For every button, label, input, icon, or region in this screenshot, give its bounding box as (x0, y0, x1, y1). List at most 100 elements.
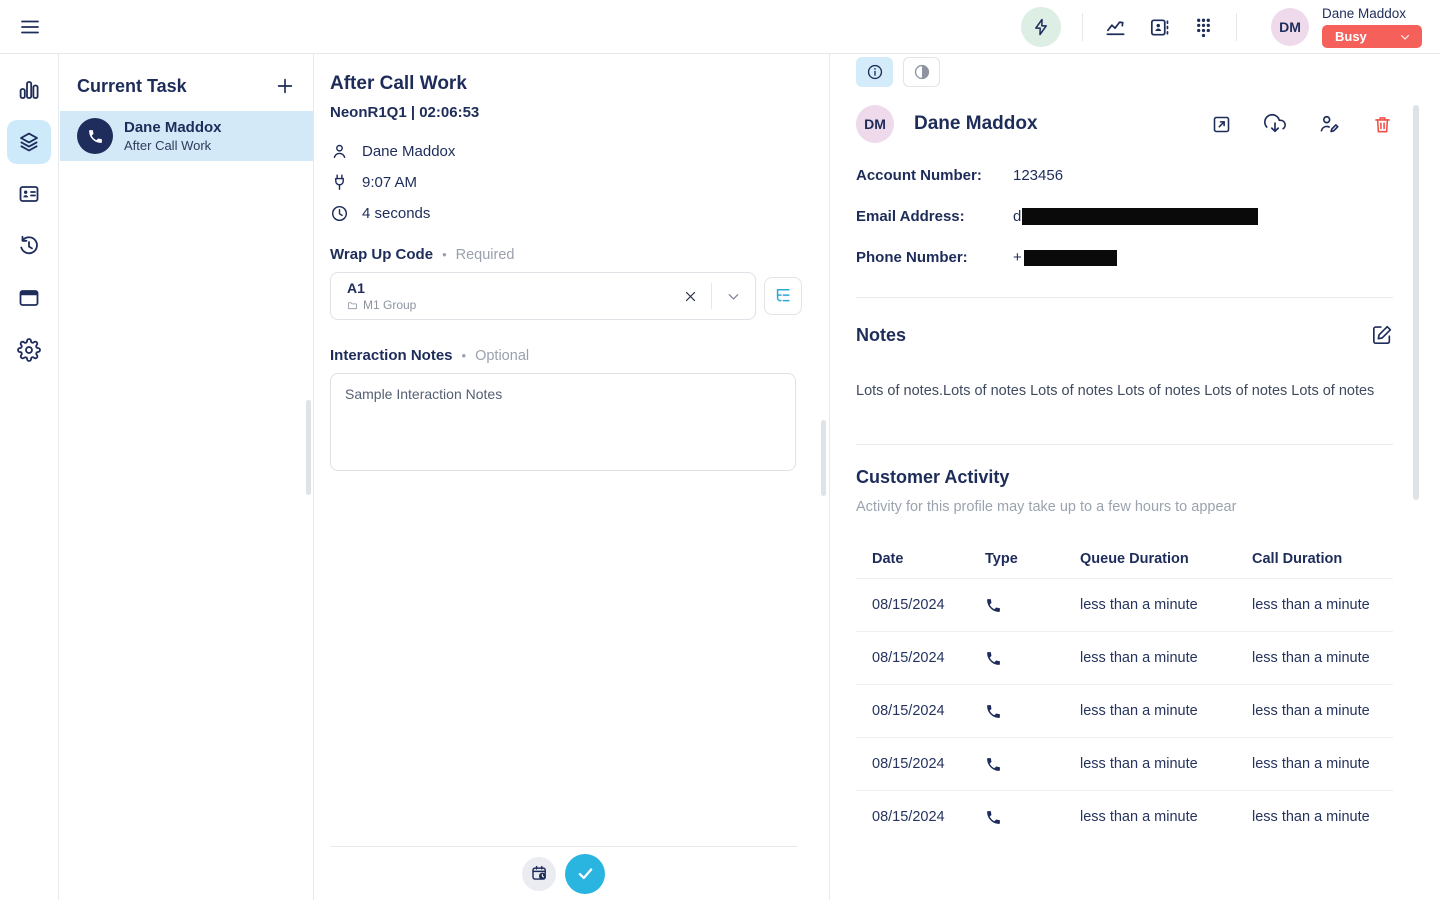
call-duration: less than a minute (1252, 650, 1393, 666)
email-value-prefix: d (1013, 208, 1021, 225)
redacted-email (1022, 208, 1258, 225)
window-icon[interactable] (7, 276, 51, 320)
status-selector[interactable]: Busy (1322, 25, 1422, 48)
wrap-up-code-select[interactable]: A1 M1 Group (330, 272, 756, 320)
topbar-tools (1021, 0, 1237, 54)
info-icon[interactable] (856, 57, 893, 87)
bar-chart-icon[interactable] (7, 68, 51, 112)
phone-icon (985, 650, 1080, 667)
calendar-clock-icon[interactable] (522, 857, 556, 891)
notes-text: Lots of notes.Lots of notes Lots of note… (856, 381, 1393, 402)
call-duration: less than a minute (1252, 703, 1393, 719)
activity-table: Date Type Queue Duration Call Duration 0… (856, 540, 1393, 843)
bullet: • (442, 247, 447, 262)
folder-icon (347, 300, 358, 311)
required-label: Required (456, 247, 515, 263)
trash-icon[interactable] (1372, 114, 1393, 135)
queue-and-timer: NeonR1Q1 | 02:06:53 (330, 104, 829, 121)
acw-start-time: 9:07 AM (362, 174, 417, 191)
task-contact-name: Dane Maddox (124, 119, 222, 136)
acw-duration: 4 seconds (362, 205, 430, 222)
phone-icon (985, 597, 1080, 614)
clear-x-icon[interactable] (670, 289, 711, 304)
account-number-value: 123456 (1013, 167, 1063, 184)
scrollbar-thumb[interactable] (306, 400, 311, 495)
bullet: • (462, 348, 467, 363)
phone-icon (985, 756, 1080, 773)
phone-label: Phone Number: (856, 249, 1013, 266)
acw-contact-name: Dane Maddox (362, 143, 455, 160)
add-task-button[interactable] (274, 75, 296, 97)
menu-icon[interactable] (17, 15, 43, 39)
queue-duration: less than a minute (1080, 809, 1252, 825)
wrap-up-code-label: Wrap Up Code (330, 246, 433, 263)
clock-icon (330, 204, 349, 223)
queue-duration: less than a minute (1080, 650, 1252, 666)
col-type: Type (985, 551, 1080, 567)
col-queue-duration: Queue Duration (1080, 551, 1252, 567)
wrap-up-group-label: M1 Group (363, 298, 416, 312)
activity-row[interactable]: 08/15/2024 less than a minute less than … (856, 790, 1393, 843)
col-call-duration: Call Duration (1252, 551, 1393, 567)
person-icon (330, 142, 349, 161)
activity-row[interactable]: 08/15/2024 less than a minute less than … (856, 684, 1393, 737)
line-chart-icon[interactable] (1104, 16, 1127, 39)
after-call-work-panel: After Call Work NeonR1Q1 | 02:06:53 Dane… (314, 54, 830, 900)
open-in-new-icon[interactable] (1211, 114, 1232, 135)
profile-name: Dane Maddox (914, 113, 1038, 135)
topbar: DM Dane Maddox Busy (0, 0, 1440, 54)
topbar-divider (1082, 13, 1083, 41)
plug-icon (330, 173, 349, 192)
history-icon[interactable] (7, 224, 51, 268)
contrast-icon[interactable] (903, 57, 940, 87)
acw-title: After Call Work (330, 73, 829, 95)
panel-title: Current Task (77, 76, 187, 97)
user-name: Dane Maddox (1322, 6, 1406, 21)
topbar-divider (1236, 13, 1237, 41)
user-edit-icon[interactable] (1318, 113, 1340, 135)
activity-date: 08/15/2024 (872, 756, 985, 772)
activity-table-header: Date Type Queue Duration Call Duration (856, 540, 1393, 578)
task-list-item[interactable]: Dane Maddox After Call Work (60, 111, 313, 161)
phone-value-prefix: + (1013, 249, 1022, 266)
activity-date: 08/15/2024 (872, 597, 985, 613)
interaction-notes-input[interactable]: Sample Interaction Notes (330, 373, 796, 471)
activity-date: 08/15/2024 (872, 703, 985, 719)
tree-view-icon[interactable] (764, 277, 802, 315)
email-label: Email Address: (856, 208, 1013, 225)
avatar: DM (856, 105, 894, 143)
queue-duration: less than a minute (1080, 703, 1252, 719)
col-date: Date (872, 551, 985, 567)
task-status: After Call Work (124, 138, 222, 153)
avatar[interactable]: DM (1271, 8, 1309, 46)
contacts-book-icon[interactable] (1148, 16, 1171, 39)
activity-row[interactable]: 08/15/2024 less than a minute less than … (856, 578, 1393, 631)
edit-note-icon[interactable] (1371, 324, 1393, 346)
customer-activity-subtitle: Activity for this profile may take up to… (856, 499, 1393, 515)
topbar-user: DM Dane Maddox Busy (1271, 0, 1422, 54)
layers-icon[interactable] (7, 120, 51, 164)
section-divider (856, 297, 1393, 298)
phone-icon (985, 703, 1080, 720)
customer-activity-title: Customer Activity (856, 467, 1009, 488)
lightning-icon[interactable] (1021, 7, 1061, 47)
call-duration: less than a minute (1252, 597, 1393, 613)
check-icon[interactable] (565, 854, 605, 894)
status-label: Busy (1335, 29, 1367, 44)
scrollbar-thumb[interactable] (1413, 105, 1419, 500)
chevron-down-icon[interactable] (712, 288, 755, 305)
left-rail (0, 54, 59, 900)
gear-icon[interactable] (7, 328, 51, 372)
redacted-phone (1024, 250, 1117, 266)
activity-row[interactable]: 08/15/2024 less than a minute less than … (856, 631, 1393, 684)
id-card-icon[interactable] (7, 172, 51, 216)
dialpad-icon[interactable] (1192, 16, 1215, 39)
scrollbar-thumb[interactable] (821, 420, 826, 496)
chevron-down-icon (1398, 30, 1412, 44)
notes-title: Notes (856, 325, 906, 346)
call-duration: less than a minute (1252, 756, 1393, 772)
cloud-download-icon[interactable] (1264, 113, 1286, 135)
activity-row[interactable]: 08/15/2024 less than a minute less than … (856, 737, 1393, 790)
wrap-up-code-value: A1 (347, 280, 670, 296)
profile-fields: Account Number: 123456 Email Address: d … (856, 167, 1393, 266)
